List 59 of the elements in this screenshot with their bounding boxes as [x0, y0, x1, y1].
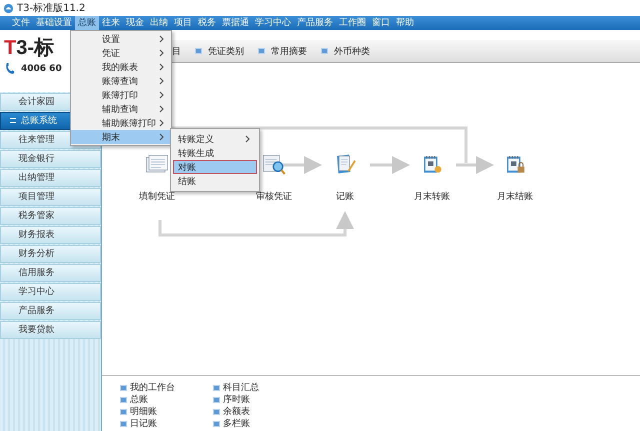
toolbar-item[interactable]: 常用摘要: [258, 44, 307, 58]
logo-text: 3-标: [16, 37, 54, 59]
flow-arrow: [456, 156, 494, 174]
app-icon: [3, 2, 14, 14]
step-label: 填制凭证: [139, 190, 175, 203]
menu-item[interactable]: 工作圈: [336, 16, 369, 30]
sidebar-item[interactable]: 财务分析: [0, 245, 101, 263]
menu-entry[interactable]: 对账: [173, 160, 257, 174]
menu-entry[interactable]: 结账: [173, 174, 257, 188]
sidebar-item[interactable]: 出纳管理: [0, 169, 101, 187]
menu-item[interactable]: 窗口: [369, 16, 393, 30]
step-label: 月末结账: [497, 190, 533, 203]
menu-item[interactable]: 帮助: [393, 16, 417, 30]
menu-entry[interactable]: 设置: [71, 32, 171, 46]
quick-link[interactable]: 序时账: [213, 394, 259, 406]
quick-link[interactable]: 总账: [120, 394, 175, 406]
quick-link[interactable]: 明细账: [120, 406, 175, 418]
menu-item[interactable]: 文件: [9, 16, 33, 30]
sidebar-item[interactable]: 税务管家: [0, 207, 101, 225]
sidebar-item[interactable]: 学习中心: [0, 283, 101, 301]
menu-item[interactable]: 往来: [99, 16, 123, 30]
menu-item[interactable]: 基础设置: [33, 16, 75, 30]
menu-item[interactable]: 出纳: [147, 16, 171, 30]
step-label: 记账: [336, 190, 354, 203]
quick-link[interactable]: 日记账: [120, 418, 175, 430]
menu-item[interactable]: 项目: [171, 16, 195, 30]
menu-entry[interactable]: 转账定义: [173, 132, 257, 146]
flow-arrow: [283, 156, 322, 174]
quick-link[interactable]: 多栏账: [213, 418, 259, 430]
toolbar-item[interactable]: 目: [172, 44, 181, 58]
menu-entry[interactable]: 期末: [71, 130, 171, 144]
toolbar-item[interactable]: 凭证类别: [195, 44, 244, 58]
sidebar-item[interactable]: 我要贷款: [0, 321, 101, 339]
menu-entry[interactable]: 账簿查询: [71, 74, 171, 88]
sidebar-item[interactable]: 项目管理: [0, 188, 101, 206]
menu-item[interactable]: 学习中心: [252, 16, 294, 30]
quick-link[interactable]: 我的工作台: [120, 382, 175, 394]
menu-item[interactable]: 税务: [195, 16, 219, 30]
step-label: 月末转账: [414, 190, 450, 203]
menu-item[interactable]: 产品服务: [294, 16, 336, 30]
menu-item[interactable]: 票据通: [219, 16, 252, 30]
menu-item[interactable]: 总账: [75, 16, 99, 30]
sidebar-item[interactable]: 信用服务: [0, 264, 101, 282]
sidebar-item[interactable]: 财务报表: [0, 226, 101, 244]
logo-mark: T: [4, 37, 16, 59]
quick-link[interactable]: 科目汇总: [213, 382, 259, 394]
sidebar-item[interactable]: 现金银行: [0, 150, 101, 168]
menu-item[interactable]: 现金: [123, 16, 147, 30]
phone-number: 4006 60: [21, 64, 62, 74]
quick-link[interactable]: 余额表: [213, 406, 259, 418]
menu-entry[interactable]: 凭证: [71, 46, 171, 60]
phone-icon: [4, 62, 15, 75]
window-title: T3-标准版11.2: [17, 2, 86, 15]
step-label: 审核凭证: [256, 190, 292, 203]
menu-entry[interactable]: 我的账表: [71, 60, 171, 74]
flow-arrow: [370, 156, 410, 174]
sidebar-item[interactable]: 产品服务: [0, 302, 101, 320]
toolbar-item[interactable]: 外币种类: [321, 44, 370, 58]
menu-entry[interactable]: 转账生成: [173, 146, 257, 160]
